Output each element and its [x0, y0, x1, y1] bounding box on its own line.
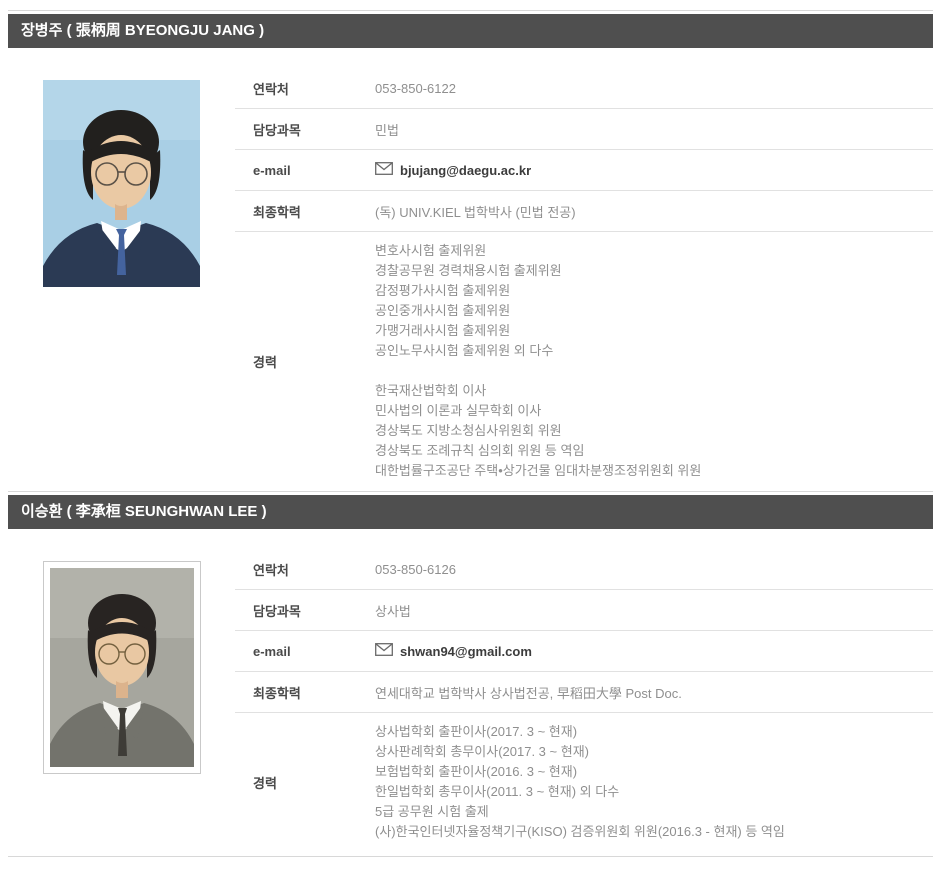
education-value: 연세대학교 법학박사 상사법전공, 早稻田大學 Post Doc. — [375, 683, 682, 702]
portrait-illustration-2 — [50, 568, 194, 767]
education-row: 최종학력 (독) UNIV.KIEL 법학박사 (민법 전공) — [235, 191, 933, 232]
profile-2-photo-column — [8, 549, 235, 856]
contact-row: 연락처 053-850-6126 — [235, 549, 933, 590]
email-label: e-mail — [235, 644, 375, 659]
email-link[interactable]: bjujang@daegu.ac.kr — [400, 163, 531, 178]
email-label: e-mail — [235, 163, 375, 178]
career-row: 경력 상사법학회 출판이사(2017. 3 ~ 현재)상사판례학회 총무이사(2… — [235, 713, 933, 856]
faculty-list: 장병주 ( 張柄周 BYEONGJU JANG ) — [8, 10, 933, 857]
email-value: bjujang@daegu.ac.kr — [375, 162, 531, 178]
contact-label: 연락처 — [235, 79, 375, 98]
subject-label: 담당과목 — [235, 601, 375, 620]
subject-value: 상사법 — [375, 601, 411, 620]
subject-row: 담당과목 상사법 — [235, 590, 933, 631]
education-label: 최종학력 — [235, 202, 375, 221]
profile-1-info-table: 연락처 053-850-6122 담당과목 민법 e-mail bjujang@… — [235, 68, 933, 491]
email-row: e-mail shwan94@gmail.com — [235, 631, 933, 672]
page-bottom-divider — [8, 856, 933, 857]
profile-1-photo-column — [8, 68, 235, 491]
career-row: 경력 변호사시험 출제위원경찰공무원 경력채용시험 출제위원감정평가사시험 출제… — [235, 232, 933, 491]
career-value: 상사법학회 출판이사(2017. 3 ~ 현재)상사판례학회 총무이사(2017… — [375, 722, 785, 842]
subject-value: 민법 — [375, 120, 399, 139]
education-value: (독) UNIV.KIEL 법학박사 (민법 전공) — [375, 202, 576, 221]
contact-row: 연락처 053-850-6122 — [235, 68, 933, 109]
subject-label: 담당과목 — [235, 120, 375, 139]
professor-photo — [43, 561, 201, 774]
profile-1-name-header: 장병주 ( 張柄周 BYEONGJU JANG ) — [8, 14, 933, 48]
career-label: 경력 — [235, 773, 375, 792]
education-label: 최종학력 — [235, 683, 375, 702]
professor-photo — [43, 80, 200, 287]
profile-section-1: 장병주 ( 張柄周 BYEONGJU JANG ) — [8, 10, 933, 491]
education-row: 최종학력 연세대학교 법학박사 상사법전공, 早稻田大學 Post Doc. — [235, 672, 933, 713]
profile-2-name-header: 이승환 ( 李承桓 SEUNGHWAN LEE ) — [8, 495, 933, 529]
email-value: shwan94@gmail.com — [375, 643, 532, 659]
profile-2-info-table: 연락처 053-850-6126 담당과목 상사법 e-mail shwan94… — [235, 549, 933, 856]
career-label: 경력 — [235, 352, 375, 371]
email-row: e-mail bjujang@daegu.ac.kr — [235, 150, 933, 191]
contact-value: 053-850-6126 — [375, 562, 456, 577]
email-link[interactable]: shwan94@gmail.com — [400, 644, 532, 659]
contact-value: 053-850-6122 — [375, 81, 456, 96]
envelope-icon — [375, 162, 393, 178]
contact-label: 연락처 — [235, 560, 375, 579]
envelope-icon — [375, 643, 393, 659]
career-value: 변호사시험 출제위원경찰공무원 경력채용시험 출제위원감정평가사시험 출제위원공… — [375, 241, 701, 481]
profile-section-2: 이승환 ( 李承桓 SEUNGHWAN LEE ) — [8, 491, 933, 856]
profile-1-body: 연락처 053-850-6122 담당과목 민법 e-mail bjujang@… — [8, 48, 933, 491]
portrait-illustration-1 — [43, 80, 200, 287]
profile-2-body: 연락처 053-850-6126 담당과목 상사법 e-mail shwan94… — [8, 529, 933, 856]
subject-row: 담당과목 민법 — [235, 109, 933, 150]
